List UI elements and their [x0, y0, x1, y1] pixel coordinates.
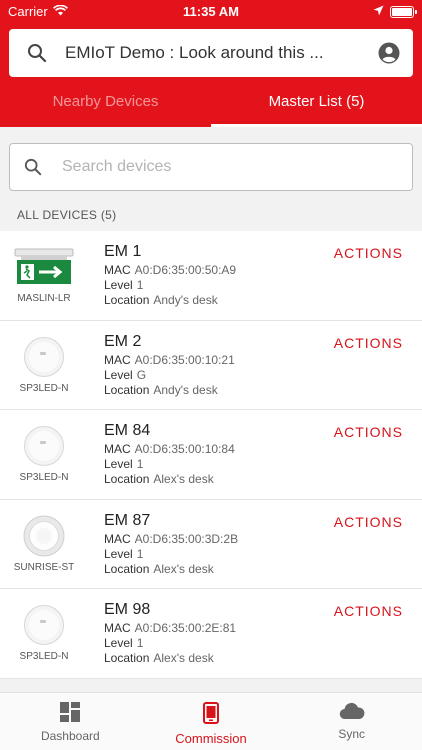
level-value: 1	[136, 636, 144, 650]
location-label: Location	[104, 651, 150, 665]
actions-button[interactable]: ACTIONS	[334, 603, 403, 619]
mac-label: MAC	[104, 621, 131, 635]
location-value: Andy's desk	[153, 382, 218, 397]
account-icon[interactable]	[365, 42, 413, 64]
level-value: 1	[136, 546, 144, 561]
nav-sync[interactable]: Sync	[281, 693, 422, 750]
nav-dashboard[interactable]: Dashboard	[0, 693, 141, 750]
exit-sign-icon	[8, 241, 80, 293]
ceiling-light-icon	[8, 510, 80, 562]
mac-label: MAC	[104, 263, 131, 277]
nav-dashboard-label: Dashboard	[40, 729, 100, 743]
mac-label: MAC	[104, 442, 131, 456]
device-model: SUNRISE-ST	[13, 561, 75, 573]
mac-label: MAC	[104, 531, 131, 546]
search-icon	[10, 158, 56, 176]
project-search-text[interactable]: EMIoT Demo : Look around this ...	[65, 43, 365, 63]
location-value: Alex's desk	[153, 561, 214, 576]
device-name: EM 84	[104, 422, 151, 439]
device-model: SP3LED-N	[19, 651, 69, 662]
device-row[interactable]: MASLIN-LR EM 1 MAC A0:D6:35:00:50:A9 Leve…	[0, 231, 422, 321]
battery-icon	[390, 5, 417, 18]
actions-button[interactable]: ACTIONS	[334, 335, 403, 351]
tab-nearby-devices[interactable]: Nearby Devices	[0, 80, 211, 127]
device-name: EM 1	[104, 243, 142, 260]
search-icon	[9, 43, 65, 63]
phone-icon	[203, 702, 219, 727]
mac-value: A0:D6:35:00:50:A9	[134, 263, 237, 277]
location-value: Alex's desk	[153, 651, 214, 665]
status-time: 11:35 AM	[183, 4, 239, 19]
device-list: MASLIN-LR EM 1 MAC A0:D6:35:00:50:A9 Leve…	[0, 231, 422, 679]
project-search-bar[interactable]: EMIoT Demo : Look around this ...	[9, 29, 413, 77]
location-label: Location	[104, 293, 150, 307]
master-list-content: ALL DEVICES (5) MASLIN-LR EM 1 MACA0:D6:…	[0, 127, 422, 692]
device-name: EM 2	[104, 332, 142, 350]
level-label: Level	[104, 457, 133, 471]
location-value: Andy's desk	[153, 293, 218, 307]
device-model: SP3LED-N	[19, 472, 69, 483]
level-label: Level	[104, 546, 133, 561]
level-value: 1	[136, 278, 144, 292]
location-label: Location	[104, 561, 150, 576]
nav-commission[interactable]: Commission	[141, 693, 282, 750]
tab-master-list[interactable]: Master List (5)	[211, 80, 422, 127]
location-label: Location	[104, 382, 150, 397]
level-label: Level	[104, 636, 133, 650]
app-header: Carrier 11:35 AM EMIoT Demo : Look aroun…	[0, 0, 422, 127]
dashboard-icon	[60, 702, 81, 725]
status-bar: Carrier 11:35 AM	[0, 0, 422, 22]
device-row[interactable]: SP3LED-N EM 2 MAC A0:D6:35:00:10:21 Level…	[0, 320, 422, 410]
round-downlight-icon	[8, 599, 80, 651]
device-model: SP3LED-N	[19, 382, 69, 394]
device-row[interactable]: SUNRISE-ST EM 87 MAC A0:D6:35:00:3D:2B Le…	[0, 499, 422, 589]
cloud-icon	[339, 702, 365, 723]
nav-sync-label: Sync	[338, 727, 366, 741]
device-model: MASLIN-LR	[17, 293, 71, 304]
level-label: Level	[104, 278, 133, 292]
level-value: 1	[136, 457, 144, 471]
mac-label: MAC	[104, 352, 131, 367]
bottom-navigation: Dashboard Commission Sync	[0, 692, 422, 750]
device-name: EM 87	[104, 511, 151, 529]
device-name: EM 98	[104, 601, 151, 618]
location-arrow-icon	[373, 4, 384, 19]
device-tabs: Nearby Devices Master List (5)	[0, 80, 422, 127]
device-search-box[interactable]	[9, 143, 413, 191]
device-row[interactable]: SP3LED-N EM 98 MAC A0:D6:35:00:2E:81 Leve…	[0, 589, 422, 679]
nav-commission-label: Commission	[175, 731, 247, 746]
mac-value: A0:D6:35:00:10:21	[134, 352, 235, 367]
round-downlight-icon	[8, 331, 80, 383]
mac-value: A0:D6:35:00:2E:81	[134, 621, 237, 635]
section-label-all-devices: ALL DEVICES (5)	[17, 208, 117, 222]
mac-value: A0:D6:35:00:10:84	[134, 442, 235, 456]
actions-button[interactable]: ACTIONS	[334, 514, 403, 530]
device-row[interactable]: SP3LED-N EM 84 MAC A0:D6:35:00:10:84 Leve…	[0, 410, 422, 500]
round-downlight-icon	[8, 420, 80, 472]
mac-value: A0:D6:35:00:3D:2B	[134, 531, 239, 546]
location-value: Alex's desk	[153, 472, 214, 486]
actions-button[interactable]: ACTIONS	[334, 245, 403, 261]
level-label: Level	[104, 367, 133, 382]
location-label: Location	[104, 472, 150, 486]
level-value: G	[136, 367, 147, 382]
device-search-input[interactable]	[56, 158, 412, 176]
actions-button[interactable]: ACTIONS	[334, 424, 403, 440]
